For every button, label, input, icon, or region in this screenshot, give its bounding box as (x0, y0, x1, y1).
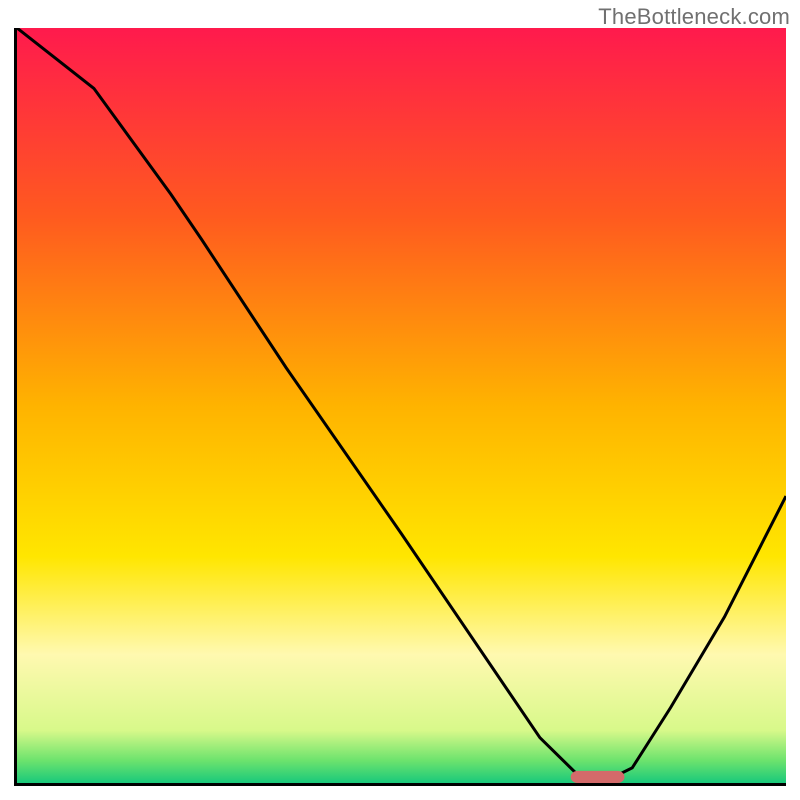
optimal-range-marker (571, 771, 625, 783)
watermark-text: TheBottleneck.com (598, 4, 790, 30)
chart-frame: TheBottleneck.com (0, 0, 800, 800)
bottleneck-chart (17, 28, 786, 783)
